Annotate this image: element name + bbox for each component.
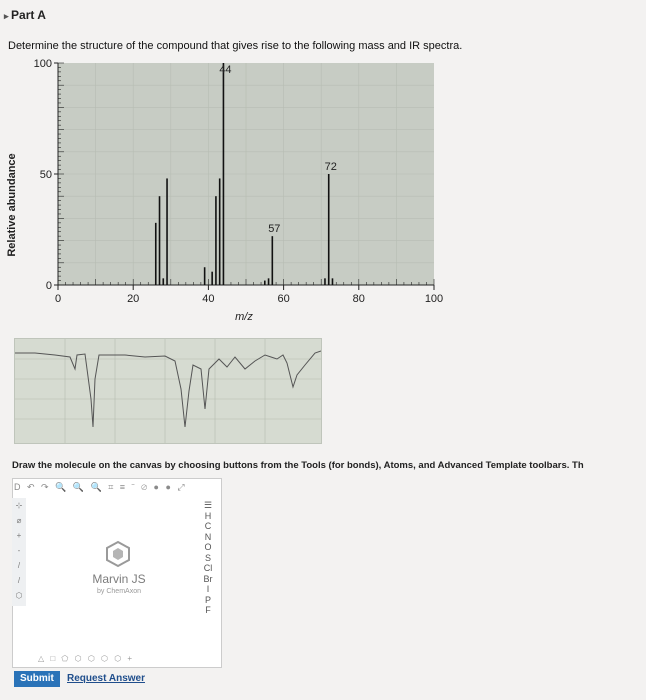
ms-peak-label: 44 (219, 64, 231, 76)
ms-xtick-label: 0 (55, 293, 61, 305)
atom-s-button[interactable]: S (200, 553, 216, 564)
ir-spectrum-plot (15, 339, 322, 443)
atom-f-button[interactable]: F (200, 605, 216, 616)
atom-br-button[interactable]: Br (200, 574, 216, 585)
atom-n-button[interactable]: N (200, 532, 216, 543)
ms-peak-label: 57 (268, 223, 280, 235)
ms-ytick-label: 50 (40, 169, 52, 181)
ms-xtick-label: 20 (127, 293, 139, 305)
atom-cl-button[interactable]: Cl (200, 563, 216, 574)
atom-toolbar[interactable]: ☰ H C N O S Cl Br I P F (200, 500, 216, 616)
editor-left-toolbar[interactable]: ⊹ ⌀ + - / / ⬡ (12, 498, 26, 606)
ms-ytick-label: 100 (34, 58, 52, 70)
ms-ytick-label: 0 (46, 280, 52, 292)
marvin-name: Marvin JS (92, 572, 146, 586)
draw-instruction: Draw the molecule on the canvas by choos… (12, 460, 584, 471)
left-tool[interactable]: / (12, 558, 26, 573)
left-tool[interactable]: ⌀ (12, 513, 26, 528)
left-tool[interactable]: / (12, 573, 26, 588)
atom-p-button[interactable]: P (200, 595, 216, 606)
ir-trace (15, 350, 322, 428)
editor-bottom-toolbar[interactable]: △ □ ⬠ ⬡ ⬡ ⬡ ⬡ + (38, 654, 134, 663)
left-tool[interactable]: - (12, 543, 26, 558)
atom-i-button[interactable]: I (200, 584, 216, 595)
mass-spectrum-chart: 100 50 0 0 20 40 60 80 100 44 57 72 m/z (34, 58, 444, 323)
atom-c-button[interactable]: C (200, 521, 216, 532)
ir-spectrum (14, 338, 322, 444)
ms-xtick-label: 80 (353, 293, 365, 305)
left-tool[interactable]: ⊹ (12, 498, 26, 513)
editor-top-toolbar[interactable]: D ↶ ↷ 🔍 🔍 🔍 ⌗ ≡ ⁻ ⌀ ● ● ⤢ (14, 482, 187, 493)
ms-xtick-label: 60 (277, 293, 289, 305)
atom-o-button[interactable]: O (200, 542, 216, 553)
marvin-logo-icon (106, 540, 130, 568)
atom-h-button[interactable]: H (200, 511, 216, 522)
marvin-subtitle: by ChemAxon (97, 588, 141, 595)
atom-menu-icon[interactable]: ☰ (200, 500, 216, 511)
ms-xtick-label: 100 (425, 293, 443, 305)
ms-peak-label: 72 (325, 161, 337, 173)
left-tool[interactable]: ⬡ (12, 588, 26, 603)
ms-xlabel: m/z (235, 311, 253, 323)
request-answer-link[interactable]: Request Answer (67, 673, 145, 684)
left-tool[interactable]: + (12, 528, 26, 543)
ms-xtick-label: 40 (202, 293, 214, 305)
submit-button[interactable]: Submit (14, 671, 60, 687)
